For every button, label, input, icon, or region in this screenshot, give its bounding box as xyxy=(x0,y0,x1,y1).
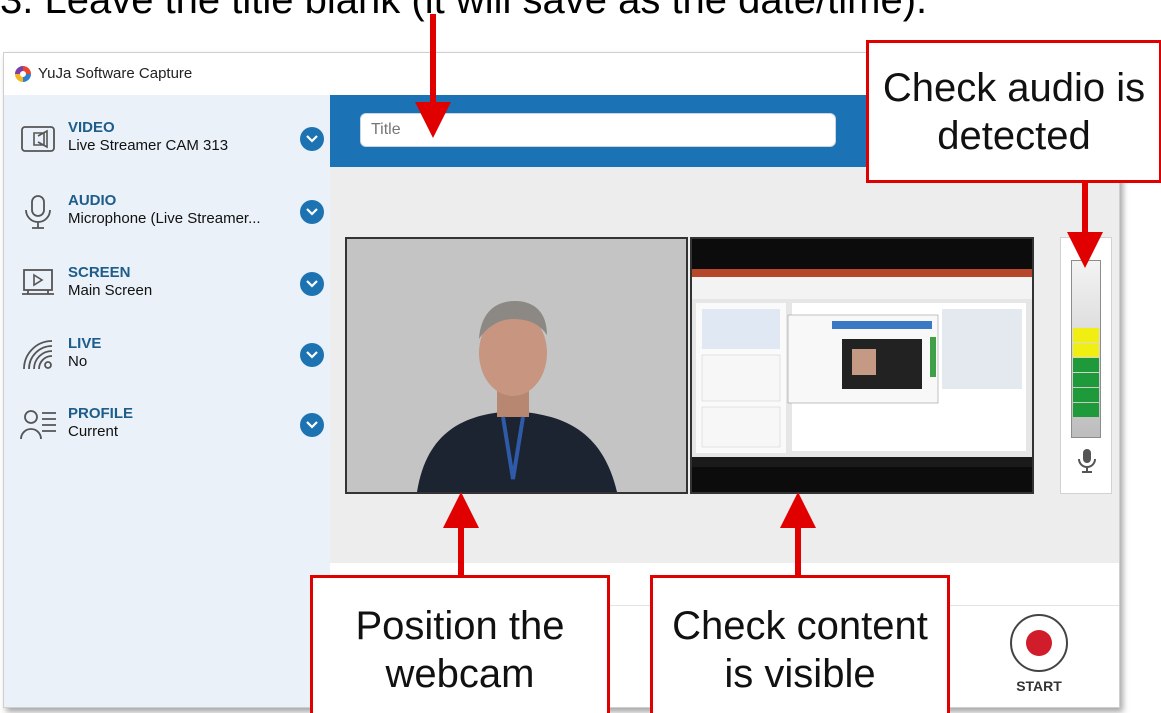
stage: 3. Leave the title blank (it will save a… xyxy=(0,0,1161,713)
callout-position-webcam: Position the webcam xyxy=(310,575,610,713)
callout-check-content: Check content is visible xyxy=(650,575,950,713)
callout-check-audio: Check audio is detected xyxy=(866,40,1161,183)
